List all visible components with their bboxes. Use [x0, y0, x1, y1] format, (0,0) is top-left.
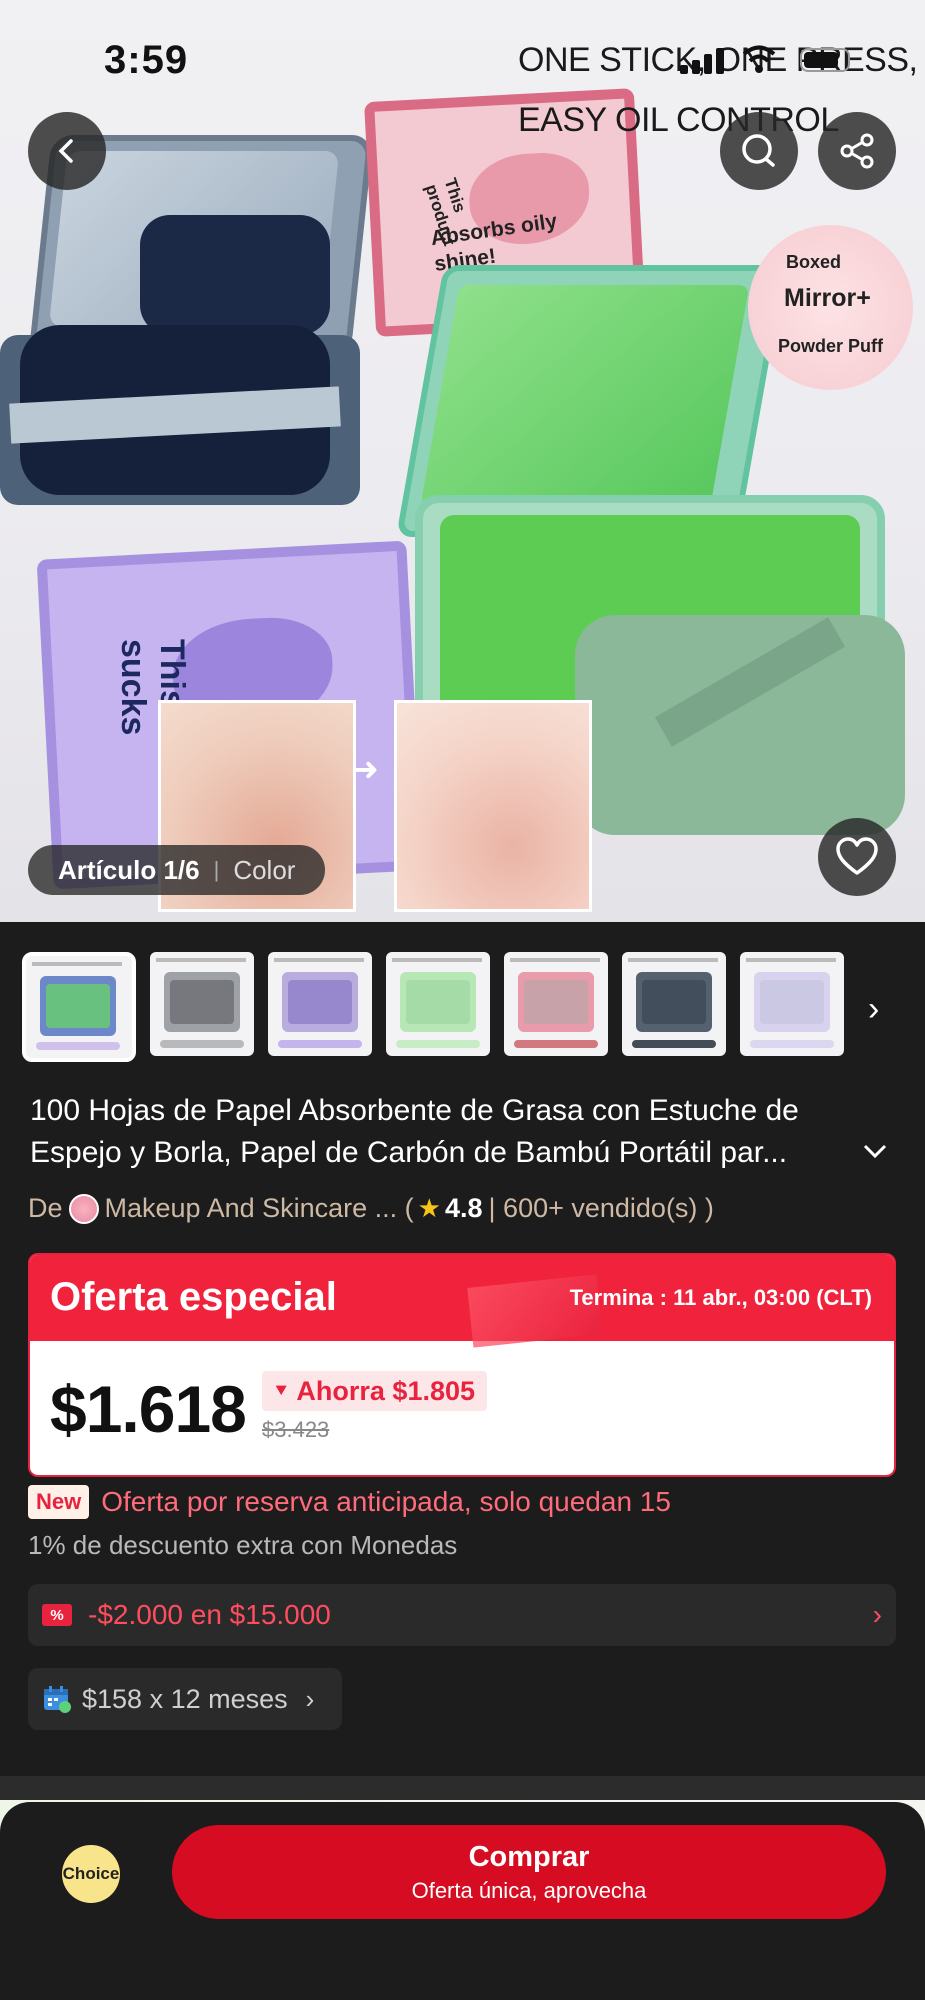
- offer-header: Oferta especial Termina : 11 abr., 03:00…: [30, 1255, 894, 1348]
- product-image-gallery[interactable]: This product Absorbs oily shine! This st…: [0, 0, 925, 922]
- thumbnail-6[interactable]: [622, 952, 726, 1056]
- search-icon: [742, 134, 775, 167]
- avatar: [68, 1193, 99, 1224]
- installments-text: $158 x 12 meses: [82, 1683, 288, 1714]
- gallery-counter-pill[interactable]: Artículo 1/6 | Color: [28, 845, 326, 895]
- current-price: $1.618: [50, 1372, 247, 1446]
- calendar-icon: [44, 1686, 71, 1713]
- buy-sublabel: Oferta única, aprovecha: [411, 1877, 647, 1903]
- early-reserve-offer: New Oferta por reserva anticipada, solo …: [28, 1485, 671, 1519]
- reserve-text: Oferta por reserva anticipada, solo qued…: [101, 1486, 671, 1517]
- battery-icon: [800, 48, 850, 72]
- share-icon: [840, 133, 874, 169]
- coins-discount-text: 1% de descuento extra con Monedas: [28, 1530, 458, 1560]
- wifi-icon: [742, 45, 776, 73]
- back-arrow-icon: [58, 139, 73, 163]
- title-line-2: Espejo y Borla, Papel de Carbón de Bambú…: [30, 1136, 788, 1169]
- buy-button[interactable]: Comprar Oferta única, aprovecha: [172, 1825, 886, 1919]
- badge-line-3: Powder Puff: [778, 336, 884, 356]
- installments-row[interactable]: $158 x 12 meses ›: [28, 1668, 342, 1730]
- coupon-text: -$2.000 en $15.000: [88, 1599, 331, 1630]
- chevron-right-icon: ›: [872, 1599, 882, 1630]
- sold-count: | 600+ vendido(s) ): [488, 1193, 714, 1223]
- favorite-button[interactable]: [818, 818, 896, 896]
- offer-end-time: Termina : 11 abr., 03:00 (CLT): [569, 1285, 872, 1310]
- thumbnail-2[interactable]: [150, 952, 254, 1056]
- offer-title: Oferta especial: [50, 1275, 337, 1319]
- original-price: $3.423: [262, 1417, 330, 1442]
- back-button[interactable]: [28, 112, 106, 190]
- thumbnail-4[interactable]: [386, 952, 490, 1056]
- new-badge: New: [28, 1485, 90, 1519]
- seller-info[interactable]: De Makeup And Skincare ... ( ★ 4.8 | 600…: [28, 1193, 714, 1224]
- seller-prefix: De: [28, 1193, 63, 1223]
- chevron-right-icon[interactable]: ›: [868, 990, 879, 1029]
- search-button[interactable]: [720, 112, 798, 190]
- share-button[interactable]: [818, 112, 896, 190]
- status-bar: 3:59: [0, 0, 925, 110]
- thumbnail-1[interactable]: [22, 952, 136, 1062]
- badge-line-2: Mirror+: [784, 284, 871, 312]
- section-divider: [0, 1776, 925, 1800]
- color-tab[interactable]: Color: [233, 855, 295, 886]
- chevron-down-icon[interactable]: [862, 1136, 888, 1167]
- status-time: 3:59: [104, 38, 189, 82]
- thumbnail-7[interactable]: [740, 952, 844, 1056]
- special-offer-box: Oferta especial Termina : 11 abr., 03:00…: [28, 1253, 896, 1477]
- star-icon: ★: [417, 1193, 441, 1223]
- savings-text: Ahorra $1.805: [296, 1375, 476, 1406]
- article-counter: Artículo 1/6: [58, 854, 200, 885]
- buy-label: Comprar: [468, 1840, 590, 1873]
- choice-badge[interactable]: Choice: [62, 1845, 120, 1903]
- rating-value: 4.8: [444, 1193, 483, 1223]
- title-line-1: 100 Hojas de Papel Absorbente de Grasa c…: [30, 1094, 799, 1127]
- arrow-right-icon: ➜: [352, 751, 379, 787]
- badge-line-1: Boxed: [786, 252, 842, 272]
- chevron-right-icon: ›: [305, 1683, 315, 1714]
- discount-tag-icon: %: [42, 1604, 72, 1626]
- thumbnail-5[interactable]: [504, 952, 608, 1056]
- seller-name[interactable]: Makeup And Skincare ... (: [105, 1193, 414, 1224]
- savings-badge: ⯆ Ahorra $1.805: [262, 1371, 488, 1411]
- thumbnail-3[interactable]: [268, 952, 372, 1056]
- coupon-row[interactable]: % -$2.000 en $15.000 ›: [28, 1584, 896, 1646]
- heart-icon: [836, 837, 878, 875]
- down-arrow-icon: ⯆: [274, 1380, 289, 1401]
- product-title[interactable]: 100 Hojas de Papel Absorbente de Grasa c…: [30, 1090, 890, 1174]
- after-skin-image: [394, 700, 592, 912]
- signal-icon: [680, 48, 724, 74]
- thumbnail-strip[interactable]: [22, 952, 852, 1062]
